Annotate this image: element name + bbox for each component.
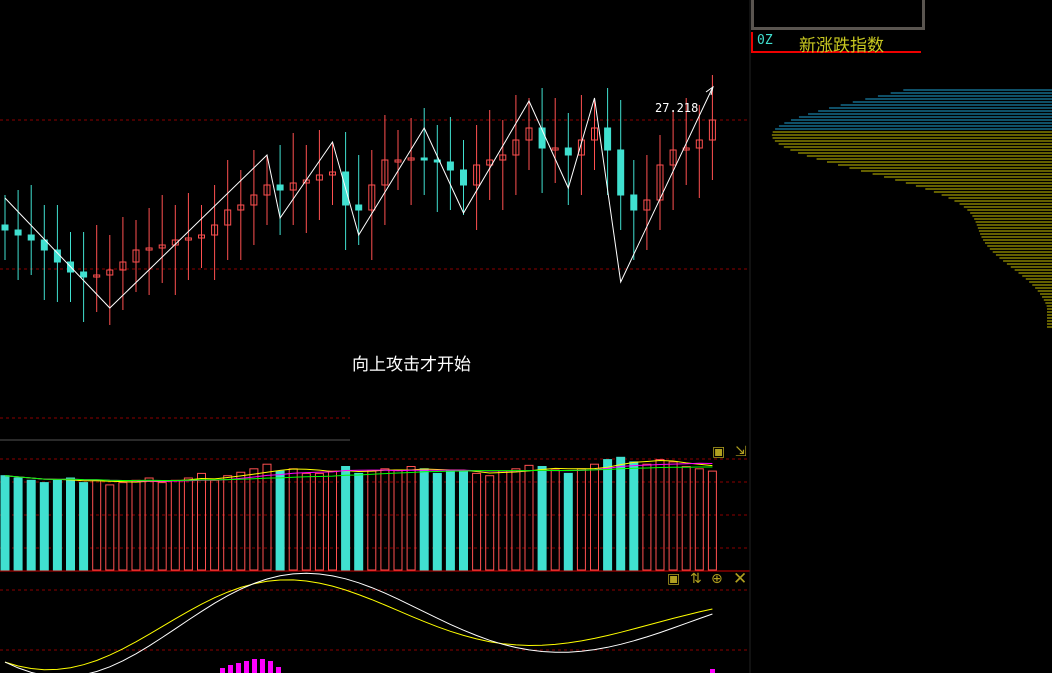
volume-bar — [537, 466, 547, 571]
volume-bar — [249, 468, 259, 571]
volume-bar — [694, 468, 704, 571]
indicator-histogram-bar — [244, 661, 249, 673]
volume-bar — [39, 482, 49, 571]
volume-bar — [183, 477, 193, 571]
candle-body — [80, 271, 88, 278]
indicator-d-line — [4, 572, 713, 673]
indicator-name: 新涨跌指数 — [799, 36, 884, 56]
volume-bar — [197, 472, 206, 571]
volume-bar — [288, 468, 298, 571]
volume-bar — [66, 477, 75, 571]
indicator-histogram-bar — [260, 659, 265, 673]
panel-close-icon[interactable]: ✕ — [733, 569, 747, 589]
volume-bar — [367, 470, 377, 571]
volume-bar — [131, 479, 141, 571]
volume-bar — [459, 470, 468, 571]
candle-body — [617, 149, 625, 196]
volume-bar — [236, 471, 246, 571]
candle-body — [564, 147, 572, 156]
indicator-histogram-bar — [268, 661, 273, 673]
volume-bar — [432, 472, 442, 571]
volume-bar — [262, 463, 272, 571]
volume-bar — [341, 466, 351, 571]
volume-bar — [576, 468, 586, 571]
volume-bar — [52, 479, 62, 571]
volume-bar — [380, 468, 390, 571]
panel-settings-icon[interactable]: ▣ — [712, 444, 725, 460]
volume-bar — [498, 470, 508, 571]
candle-body — [630, 194, 638, 211]
stock-chart[interactable] — [0, 0, 1052, 673]
volume-bar — [314, 472, 324, 571]
candle-body — [276, 184, 284, 191]
candle-body — [460, 169, 467, 186]
volume-bar — [144, 477, 154, 571]
panel-magnify-icon[interactable]: ⊕ — [711, 571, 723, 587]
volume-bar — [550, 469, 560, 571]
volume-bar — [26, 479, 36, 571]
candle-body — [1, 224, 9, 231]
volume-bar — [668, 461, 678, 571]
indicator-histogram-bar — [276, 667, 281, 673]
volume-bar — [485, 475, 495, 571]
indicator-code: 0Z — [757, 33, 773, 48]
volume-bar — [445, 470, 455, 571]
volume-bar — [563, 472, 573, 571]
indicator-histogram-bar — [710, 669, 715, 673]
volume-bar — [170, 479, 180, 571]
volume-bar — [616, 456, 626, 571]
volume-bar — [511, 468, 521, 571]
indicator-histogram-bar — [228, 665, 233, 673]
volume-bar — [590, 463, 599, 571]
volume-bar — [603, 459, 613, 571]
volume-bar — [0, 475, 10, 571]
indicator-histogram-bar — [220, 668, 225, 673]
candle-body — [27, 234, 35, 241]
volume-bar — [629, 461, 639, 571]
volume-bar — [354, 472, 364, 571]
volume-bar — [707, 470, 717, 571]
volume-bar — [642, 463, 652, 571]
candle-body — [14, 229, 22, 236]
panel-swap-icon[interactable]: ⇅ — [690, 571, 702, 587]
panel-zoom-icon[interactable]: ⇲ — [735, 444, 747, 460]
volume-bar — [13, 477, 23, 571]
volume-bar — [419, 468, 429, 571]
candle-body — [420, 157, 428, 161]
candle-body — [53, 249, 61, 263]
indicator-histogram-bar — [236, 663, 241, 673]
volume-bar — [328, 470, 337, 571]
candle-body — [446, 161, 454, 171]
volume-bar — [157, 482, 167, 571]
indicator-k-line — [4, 579, 713, 671]
volume-bar — [79, 482, 89, 571]
volume-bar — [301, 472, 311, 571]
input-box[interactable] — [751, 0, 925, 30]
panel-settings-icon[interactable]: ▣ — [667, 571, 680, 587]
volume-bar — [118, 482, 128, 571]
volume-bar — [210, 479, 220, 571]
candle-body — [355, 204, 363, 211]
candle-body — [604, 127, 612, 151]
volume-bar — [393, 469, 403, 571]
indicator-histogram-bar — [252, 659, 257, 673]
volume-bar — [472, 472, 482, 571]
price-label: 27.218 — [655, 101, 699, 115]
volume-bar — [92, 479, 102, 571]
chart-annotation: 向上攻击才开始 — [352, 355, 471, 375]
volume-bar — [223, 475, 233, 571]
indicator-legend: 0Z 新涨跌指数 — [751, 32, 921, 56]
volume-bar — [105, 484, 115, 571]
volume-bar — [275, 470, 285, 571]
volume-bar — [524, 464, 534, 571]
